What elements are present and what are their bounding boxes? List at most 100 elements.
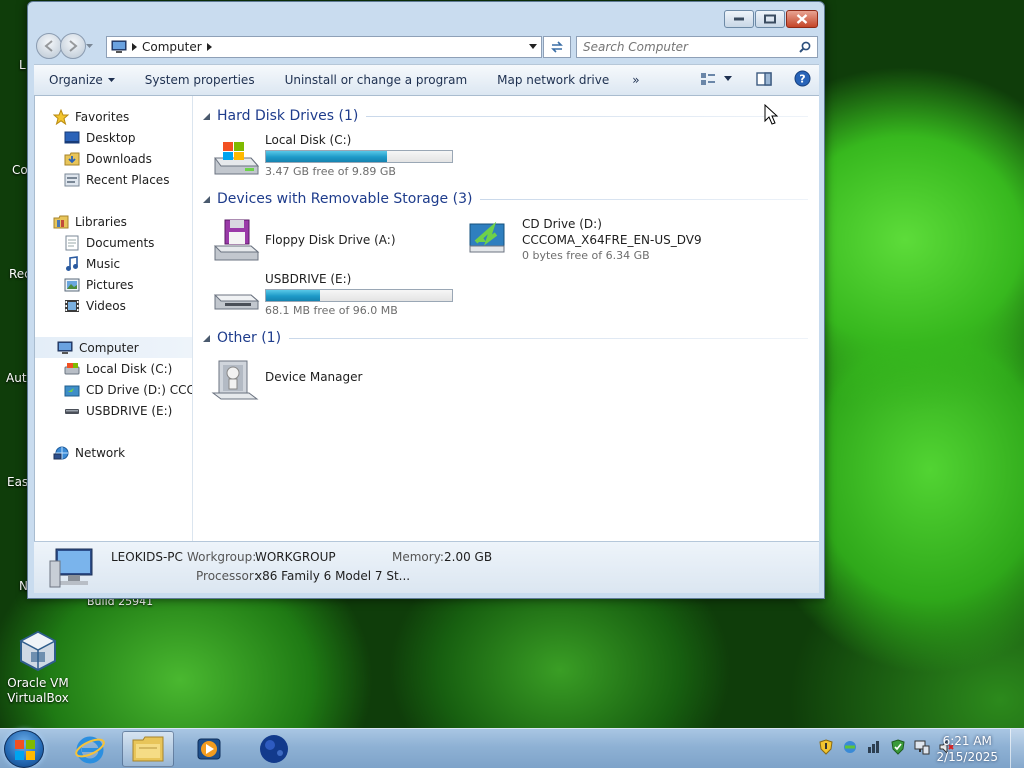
uninstall-program-button[interactable]: Uninstall or change a program bbox=[270, 68, 483, 92]
nav-local-disk-label: Local Disk (C:) bbox=[86, 361, 173, 376]
security-shield-icon[interactable] bbox=[818, 739, 834, 755]
item-device-manager[interactable]: Device Manager bbox=[211, 355, 362, 400]
videos-icon bbox=[64, 298, 80, 314]
address-bar[interactable]: Computer bbox=[106, 36, 542, 58]
taskbar-internet-explorer[interactable] bbox=[64, 731, 116, 767]
drive-floppy[interactable]: Floppy Disk Drive (A:) bbox=[211, 218, 396, 262]
desktop-icon-virtualbox[interactable]: Oracle VM VirtualBox bbox=[3, 630, 73, 706]
computer-icon bbox=[111, 40, 127, 53]
search-icon bbox=[799, 41, 811, 53]
computer-name: LEOKIDS-PC bbox=[111, 550, 183, 564]
chevron-down-icon bbox=[724, 76, 732, 81]
breadcrumb-arrow-icon[interactable] bbox=[206, 43, 212, 51]
nav-network[interactable]: Network bbox=[53, 442, 192, 463]
show-desktop-button[interactable] bbox=[1010, 729, 1024, 768]
network-icon bbox=[53, 445, 69, 461]
preview-pane-icon[interactable] bbox=[756, 71, 772, 86]
close-button[interactable] bbox=[786, 10, 818, 28]
refresh-button[interactable] bbox=[543, 36, 571, 58]
nav-network-label: Network bbox=[75, 445, 126, 460]
group-header-other[interactable]: Other (1) bbox=[203, 328, 808, 348]
desktop-label-computer: Co bbox=[12, 163, 28, 177]
hard-disk-icon bbox=[211, 134, 263, 178]
taskbar-windows-explorer[interactable] bbox=[122, 731, 174, 767]
usage-fill bbox=[266, 151, 387, 162]
nav-cd-drive[interactable]: CD Drive (D:) CCCOI bbox=[64, 379, 192, 400]
organize-menu[interactable]: Organize bbox=[34, 68, 130, 92]
map-network-drive-button[interactable]: Map network drive bbox=[482, 68, 624, 92]
windows-logo-icon bbox=[15, 740, 35, 760]
collapse-triangle-icon bbox=[203, 334, 210, 342]
breadcrumb-computer[interactable]: Computer bbox=[142, 40, 202, 54]
more-commands-button[interactable]: » bbox=[624, 68, 647, 92]
minimize-button[interactable] bbox=[724, 10, 754, 28]
help-icon[interactable]: ? bbox=[794, 70, 811, 87]
group-header-removable[interactable]: Devices with Removable Storage (3) bbox=[203, 189, 808, 209]
address-dropdown-icon[interactable] bbox=[529, 44, 537, 49]
libraries-icon bbox=[53, 214, 69, 230]
nav-computer[interactable]: Computer bbox=[35, 337, 192, 358]
change-view-button[interactable] bbox=[700, 72, 732, 86]
group-removable-label: Devices with Removable Storage (3) bbox=[217, 191, 473, 207]
taskbar-clock[interactable]: 6:21 AM 2/15/2025 bbox=[936, 733, 998, 765]
search-box[interactable] bbox=[576, 36, 818, 58]
taskbar-media-player[interactable] bbox=[184, 731, 236, 767]
recent-pages-dropdown[interactable] bbox=[84, 33, 94, 59]
nav-recent-places[interactable]: Recent Places bbox=[64, 169, 192, 190]
defender-icon[interactable] bbox=[890, 739, 906, 755]
nav-local-disk[interactable]: Local Disk (C:) bbox=[64, 358, 192, 379]
taskbar-app-globe[interactable] bbox=[248, 731, 300, 767]
clock-time: 6:21 AM bbox=[942, 734, 992, 748]
group-header-hard-disk[interactable]: Hard Disk Drives (1) bbox=[203, 106, 808, 126]
desktop-label-l: L bbox=[19, 58, 26, 72]
start-button[interactable] bbox=[4, 730, 44, 768]
search-input[interactable] bbox=[577, 40, 799, 54]
cd-drive-free: 0 bytes free of 6.34 GB bbox=[522, 249, 650, 262]
local-disk-free: 3.47 GB free of 9.89 GB bbox=[265, 165, 396, 178]
media-player-icon bbox=[197, 738, 221, 760]
documents-icon bbox=[64, 235, 80, 251]
nav-cd-drive-label: CD Drive (D:) CCCOI bbox=[86, 382, 192, 397]
mouse-cursor-icon bbox=[764, 104, 778, 125]
nav-libraries[interactable]: Libraries bbox=[53, 211, 192, 232]
memory-value: 2.00 GB bbox=[444, 550, 493, 564]
nav-buttons bbox=[36, 33, 94, 59]
music-icon bbox=[64, 255, 80, 272]
cd-drive-label: CCCOMA_X64FRE_EN-US_DV9 bbox=[522, 233, 702, 247]
network-tray-icon[interactable] bbox=[842, 739, 858, 755]
virtualbox-icon bbox=[18, 630, 58, 672]
group-divider bbox=[289, 337, 808, 339]
view-controls: ? bbox=[700, 70, 811, 87]
forward-button[interactable] bbox=[60, 33, 86, 59]
drive-cd[interactable]: CD Drive (D:) CCCOMA_X64FRE_EN-US_DV9 0 … bbox=[468, 216, 702, 263]
display-tray-icon[interactable] bbox=[914, 739, 930, 755]
nav-usbdrive[interactable]: USBDRIVE (E:) bbox=[64, 400, 192, 421]
group-hard-disk-label: Hard Disk Drives (1) bbox=[217, 108, 359, 124]
desktop-icon bbox=[64, 130, 80, 146]
nav-desktop[interactable]: Desktop bbox=[64, 127, 192, 148]
memory-label: Memory: bbox=[392, 550, 444, 564]
workgroup-label: Workgroup: bbox=[187, 550, 257, 564]
nav-documents[interactable]: Documents bbox=[64, 232, 192, 253]
nav-downloads-label: Downloads bbox=[86, 151, 152, 166]
hard-disk-icon bbox=[64, 361, 80, 377]
action-center-icon[interactable] bbox=[866, 739, 882, 755]
nav-music[interactable]: Music bbox=[64, 253, 192, 274]
usage-fill bbox=[266, 290, 320, 301]
processor-label: Processor: bbox=[196, 569, 258, 583]
back-button[interactable] bbox=[36, 33, 62, 59]
details-pane: LEOKIDS-PC Workgroup: WORKGROUP Memory: … bbox=[34, 541, 819, 593]
desktop-label-auto: Aut bbox=[6, 371, 27, 385]
maximize-button[interactable] bbox=[755, 10, 785, 28]
nav-downloads[interactable]: Downloads bbox=[64, 148, 192, 169]
nav-videos[interactable]: Videos bbox=[64, 295, 192, 316]
processor-value: x86 Family 6 Model 7 St... bbox=[255, 569, 411, 583]
drive-usb[interactable]: USBDRIVE (E:) 68.1 MB free of 96.0 MB bbox=[211, 271, 453, 318]
usb-drive-icon bbox=[64, 403, 80, 419]
nav-favorites[interactable]: Favorites bbox=[53, 106, 192, 127]
drive-local-disk[interactable]: Local Disk (C:) 3.47 GB free of 9.89 GB bbox=[211, 132, 453, 179]
system-properties-button[interactable]: System properties bbox=[130, 68, 270, 92]
nav-pictures[interactable]: Pictures bbox=[64, 274, 192, 295]
nav-music-label: Music bbox=[86, 256, 121, 271]
collapse-triangle-icon bbox=[203, 195, 210, 203]
